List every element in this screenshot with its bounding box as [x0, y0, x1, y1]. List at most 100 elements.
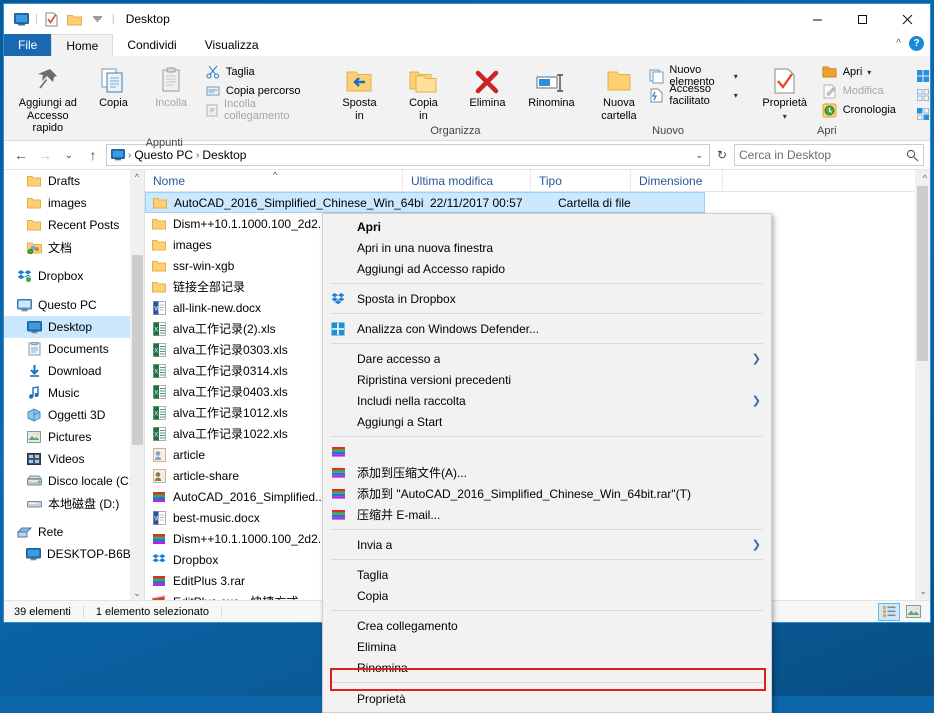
refresh-button[interactable]: ↻ [712, 144, 732, 166]
properties-button[interactable]: Proprietà ▾ [754, 61, 816, 123]
scroll-down-icon[interactable]: ⌄ [919, 586, 927, 597]
menu-item-aggiungi-a-start[interactable]: Aggiungi a Start [323, 411, 771, 432]
sidebar-item-dropbox[interactable]: Dropbox [4, 265, 144, 287]
sidebar-item-desktop[interactable]: Desktop [4, 316, 144, 338]
sidebar-label: images [48, 196, 87, 210]
file-list-scrollbar-thumb[interactable] [917, 186, 928, 361]
menu-item-analizza-windows-defender[interactable]: Analizza con Windows Defender... [323, 318, 771, 339]
collapse-ribbon-icon[interactable]: ^ [896, 38, 901, 49]
menu-item-crea-collegamento[interactable]: Crea collegamento [323, 615, 771, 636]
tab-file[interactable]: File [4, 34, 52, 56]
menu-item-includi-nella-raccolta[interactable]: Includi nella raccolta ❯ [323, 390, 771, 411]
scroll-down-icon[interactable]: ⌄ [133, 586, 141, 600]
sidebar-item-drafts[interactable]: Drafts [4, 170, 144, 192]
invert-selection-button[interactable]: Inverti selezione [912, 105, 934, 123]
file-name: alva工作记录1022.xls [173, 427, 288, 441]
table-row[interactable]: AutoCAD_2016_Simplified_Chinese_Win_64bi… [145, 192, 705, 213]
column-header-tipo[interactable]: Tipo [531, 170, 631, 192]
menu-item-apri[interactable]: Apri [323, 216, 771, 237]
menu-item-aggiungi-accesso-rapido[interactable]: Aggiungi ad Accesso rapido [323, 258, 771, 279]
select-all-button[interactable]: Seleziona tutto [912, 67, 934, 85]
edit-button[interactable]: Modifica [818, 82, 900, 100]
details-view-icon[interactable] [878, 602, 900, 621]
deselect-all-button[interactable]: Deseleziona tutto [912, 86, 934, 104]
column-header-dimensione[interactable]: Dimensione [631, 170, 723, 192]
minimize-button[interactable] [795, 4, 840, 34]
scroll-up-icon[interactable]: ^ [923, 173, 927, 183]
menu-item-winrar-add-to-archive[interactable] [323, 441, 771, 462]
scroll-up-icon[interactable]: ^ [135, 170, 139, 184]
paste-shortcut-button[interactable]: P Incolla collegamento [201, 98, 317, 122]
easy-access-button[interactable]: Accesso facilitato ▾ [645, 83, 741, 107]
tab-condividi[interactable]: Condividi [113, 34, 190, 56]
sidebar-item-pictures[interactable]: Pictures [4, 426, 144, 448]
new-folder-button[interactable]: Nuova cartella [594, 61, 643, 124]
folder-icon [26, 195, 42, 211]
delete-button[interactable]: Elimina [456, 61, 518, 112]
ribbon-group-seleziona: Seleziona tutto Deseleziona tutto Invert… [908, 56, 934, 140]
menu-item-winrar-compress-named-and-email[interactable]: 压缩并 E-mail... [323, 504, 771, 525]
tab-home[interactable]: Home [51, 34, 114, 56]
chevron-down-icon[interactable]: ▾ [867, 68, 871, 77]
sidebar-item-desktop-b6b83[interactable]: DESKTOP-B6B83 [4, 543, 144, 565]
menu-item-copia[interactable]: Copia [323, 585, 771, 606]
chevron-down-icon[interactable]: ▾ [783, 112, 787, 121]
sidebar-label: Videos [48, 452, 85, 466]
folder-icon [151, 258, 167, 274]
navigation-pane[interactable]: Drafts images Recent Posts 文档 Dropbox Qu… [4, 170, 144, 600]
sidebar-item-disco-locale-c[interactable]: Disco locale (C:) [4, 470, 144, 492]
menu-item-elimina[interactable]: Elimina [323, 636, 771, 657]
sidebar-item-download[interactable]: Download [4, 360, 144, 382]
open-button[interactable]: Apri ▾ [818, 63, 900, 81]
menu-item-invia-a[interactable]: Invia a ❯ [323, 534, 771, 555]
menu-label: Taglia [357, 567, 389, 582]
column-header-nome[interactable]: Nome ^ [145, 170, 403, 192]
qat-dropdown-caret-icon[interactable] [89, 10, 107, 28]
cut-button[interactable]: Taglia [201, 63, 317, 81]
search-input[interactable]: Cerca in Desktop [734, 144, 924, 166]
maximize-button[interactable] [840, 4, 885, 34]
menu-separator [331, 436, 763, 437]
breadcrumb-dropdown-icon[interactable]: ⌄ [695, 150, 705, 161]
sidebar-item-questo-pc[interactable]: Questo PC [4, 294, 144, 316]
copy-button[interactable]: Copia [86, 61, 142, 112]
new-folder-icon[interactable] [66, 10, 84, 28]
rename-button[interactable]: Rinomina [520, 61, 582, 112]
menu-item-ripristina-versioni-precedenti[interactable]: Ripristina versioni precedenti [323, 369, 771, 390]
sidebar-item-rete[interactable]: Rete [4, 521, 144, 543]
sidebar-item-disco-locale-d[interactable]: 本地磁盘 (D:) [4, 492, 144, 514]
help-icon[interactable]: ? [909, 36, 924, 51]
tab-visualizza[interactable]: Visualizza [191, 34, 273, 56]
properties-icon [773, 63, 797, 95]
sidebar-item-recent-posts[interactable]: Recent Posts [4, 214, 144, 236]
menu-item-winrar-add-to-named-archive[interactable]: 添加到压缩文件(A)... [323, 462, 771, 483]
sidebar-item-oggetti-3d[interactable]: Oggetti 3D [4, 404, 144, 426]
properties-icon[interactable] [43, 10, 61, 28]
sidebar-item-music[interactable]: Music [4, 382, 144, 404]
large-icons-view-icon[interactable] [902, 603, 924, 621]
defender-icon [331, 322, 353, 336]
menu-item-apri-nuova-finestra[interactable]: Apri in una nuova finestra [323, 237, 771, 258]
chevron-down-icon[interactable]: ▾ [734, 72, 738, 81]
sidebar-item-images[interactable]: images [4, 192, 144, 214]
navigation-scrollbar-thumb[interactable] [132, 255, 143, 445]
history-button[interactable]: Cronologia [818, 101, 900, 119]
column-header-ultima-modifica[interactable]: Ultima modifica [403, 170, 531, 192]
pin-to-quick-access-button[interactable]: Aggiungi ad Accesso rapido [12, 61, 84, 137]
chevron-down-icon[interactable]: ▾ [734, 91, 738, 100]
copy-to-button[interactable]: Copia in [392, 61, 454, 124]
menu-item-winrar-compress-and-email[interactable]: 添加到 "AutoCAD_2016_Simplified_Chinese_Win… [323, 483, 771, 504]
search-icon[interactable] [906, 149, 919, 162]
close-button[interactable] [885, 4, 930, 34]
menu-item-sposta-in-dropbox[interactable]: Sposta in Dropbox [323, 288, 771, 309]
sidebar-item-documents[interactable]: Documents [4, 338, 144, 360]
paste-button[interactable]: Incolla [143, 61, 199, 112]
menu-item-taglia[interactable]: Taglia [323, 564, 771, 585]
move-to-button[interactable]: Sposta in [328, 61, 390, 124]
this-pc-icon[interactable] [12, 10, 30, 28]
sidebar-item-videos[interactable]: Videos [4, 448, 144, 470]
context-menu[interactable]: Apri Apri in una nuova finestra Aggiungi… [322, 213, 772, 713]
menu-item-dare-accesso-a[interactable]: Dare accesso a ❯ [323, 348, 771, 369]
file-name: alva工作记录0314.xls [173, 364, 288, 378]
sidebar-item-documents-cn[interactable]: 文档 [4, 236, 144, 258]
